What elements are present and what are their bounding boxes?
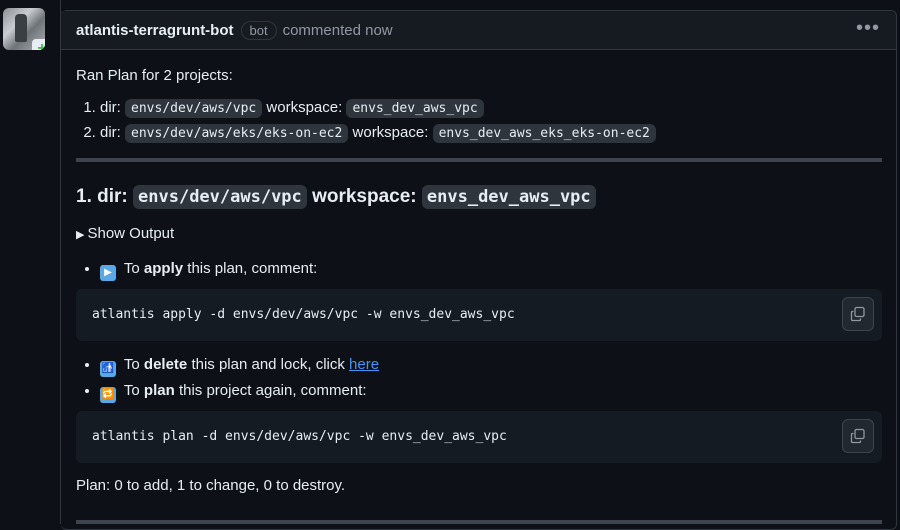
section-divider: [76, 520, 882, 524]
action-list: ▶ To apply this plan, comment: atlantis …: [76, 259, 882, 463]
inline-code: envs_dev_aws_eks_eks-on-ec2: [432, 124, 656, 143]
comment-timestamp[interactable]: commented now: [283, 22, 393, 39]
inline-code: envs/dev/aws/vpc: [133, 185, 307, 209]
comment-body: Ran Plan for 2 projects: dir: envs/dev/a…: [76, 67, 882, 524]
inline-code: envs_dev_aws_vpc: [421, 185, 596, 209]
show-output-toggle[interactable]: ▶ Show Output: [76, 224, 882, 245]
apply-command-text: atlantis apply -d envs/dev/aws/vpc -w en…: [92, 307, 515, 322]
comment-header: atlantis-terragrunt-bot bot commented no…: [61, 11, 896, 50]
inline-code: envs/dev/aws/eks/eks-on-ec2: [125, 124, 349, 143]
inline-code: envs/dev/aws/vpc: [125, 99, 263, 118]
bot-badge: bot: [240, 20, 277, 40]
plan-summary: Plan: 0 to add, 1 to change, 0 to destro…: [76, 477, 346, 494]
plan-command-text: atlantis plan -d envs/dev/aws/vpc -w env…: [92, 429, 507, 444]
plan-command-block: atlantis plan -d envs/dev/aws/vpc -w env…: [76, 411, 882, 463]
repeat-icon: 🔁: [100, 387, 116, 403]
inline-code: envs_dev_aws_vpc: [346, 99, 484, 118]
comment-box: atlantis-terragrunt-bot bot commented no…: [61, 10, 897, 530]
delete-plan-link[interactable]: here: [349, 356, 379, 373]
project-list-item: dir: envs/dev/aws/vpc workspace: envs_de…: [100, 98, 882, 119]
triangle-right-icon: ▶: [76, 229, 85, 241]
avatar-figure: [15, 14, 27, 42]
avatar-plus-badge-icon: +: [32, 39, 45, 50]
copy-icon[interactable]: [842, 419, 874, 453]
section-divider: [76, 158, 882, 162]
avatar[interactable]: +: [3, 8, 45, 50]
copy-icon[interactable]: [842, 297, 874, 331]
play-button-icon: ▶: [100, 265, 116, 281]
action-item-plan: 🔁 To plan this project again, comment: a…: [76, 381, 882, 463]
intro-text: Ran Plan for 2 projects:: [76, 67, 233, 84]
section-heading: 1. dir: envs/dev/aws/vpc workspace: envs…: [76, 184, 882, 210]
kebab-horizontal-icon[interactable]: •••: [856, 17, 880, 40]
apply-command-block: atlantis apply -d envs/dev/aws/vpc -w en…: [76, 289, 882, 341]
action-item-delete: 🚮 To delete this plan and lock, click he…: [100, 355, 882, 377]
project-list-item: dir: envs/dev/aws/eks/eks-on-ec2 workspa…: [100, 123, 882, 144]
put-litter-icon: 🚮: [100, 361, 116, 377]
project-list: dir: envs/dev/aws/vpc workspace: envs_de…: [76, 98, 882, 144]
action-item-apply: ▶ To apply this plan, comment: atlantis …: [76, 259, 882, 341]
comment-author[interactable]: atlantis-terragrunt-bot: [76, 22, 234, 39]
